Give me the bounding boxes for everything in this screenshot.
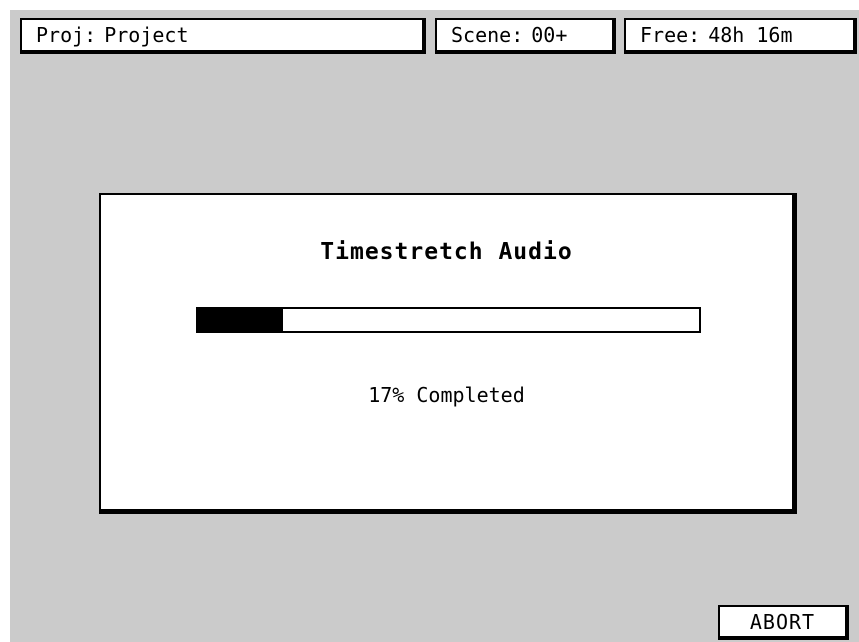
free-space-status-box: Free: 48h 16m [624,18,857,54]
progress-bar-fill [198,309,284,331]
abort-button[interactable]: ABORT [718,605,849,640]
progress-bar [196,307,701,333]
free-space-label: Free: [640,23,701,47]
project-status-box: Proj: Project [20,18,426,54]
scene-value: 00+ [531,23,568,47]
project-label: Proj: [36,23,97,47]
progress-dialog: Timestretch Audio 17% Completed [99,193,797,514]
project-name: Project [104,23,189,47]
scene-label: Scene: [451,23,524,47]
device-screen: Proj: Project Scene: 00+ Free: 48h 16m T… [10,10,859,642]
dialog-title: Timestretch Audio [320,239,573,265]
progress-status-text: 17% Completed [368,383,525,407]
free-space-value: 48h 16m [708,23,793,47]
scene-status-box: Scene: 00+ [435,18,616,54]
